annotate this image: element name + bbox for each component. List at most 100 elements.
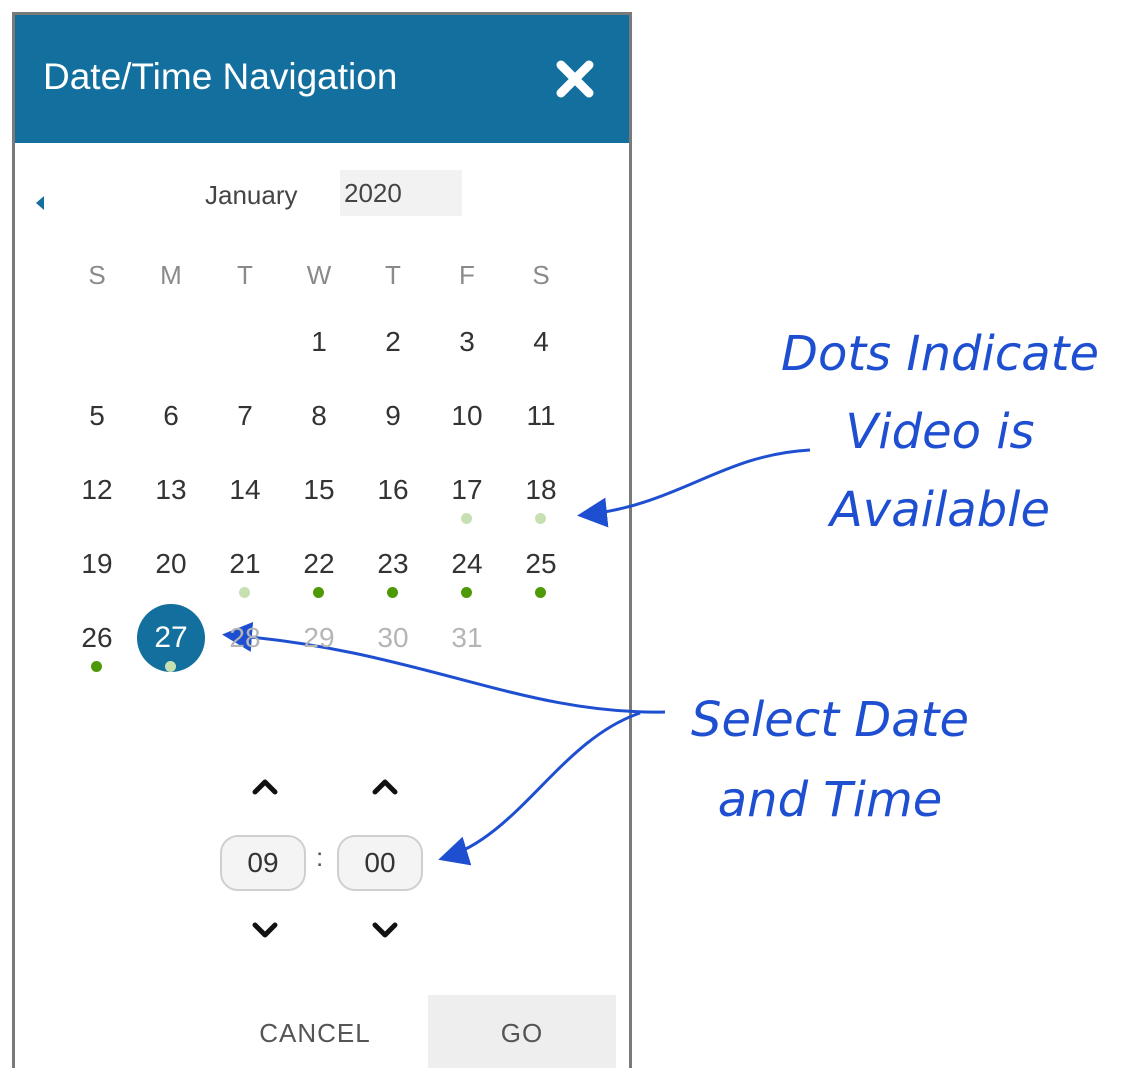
day-number: 11 [526,400,556,431]
day-number: 12 [81,474,113,505]
chevron-down-icon [372,922,398,938]
chevron-up-icon [372,779,398,795]
weekday-label: S [88,260,106,290]
minute-field[interactable]: 00 [337,835,423,891]
weekday-label: T [385,260,401,290]
video-available-dot [535,587,546,598]
calendar-day[interactable]: 22 [284,544,354,610]
select-annotation: Select Date and Time [660,680,1000,840]
hour-field[interactable]: 09 [220,835,306,891]
video-available-dot [535,513,546,524]
calendar-day[interactable]: 18 [506,470,576,536]
calendar-day[interactable]: 19 [62,544,132,610]
day-number: 18 [525,474,557,505]
day-number: 23 [377,548,409,579]
annotation-line: Video is [845,404,1035,460]
day-number: 13 [155,474,187,505]
cancel-button[interactable]: CANCEL [230,995,400,1068]
date-time-dialog: Date/Time Navigation January SMTWTFS 123… [12,12,632,1068]
annotation-line: Available [829,482,1051,538]
chevron-down-icon [252,922,278,938]
calendar-day[interactable]: 25 [506,544,576,610]
day-number: 17 [451,474,483,505]
annotation-line: and Time [717,772,943,828]
dialog-header: Date/Time Navigation [15,15,629,143]
hour-down-button[interactable] [250,920,280,942]
day-number: 8 [311,400,327,431]
calendar-day[interactable]: 14 [210,470,280,536]
calendar-day[interactable]: 24 [432,544,502,610]
close-button[interactable] [555,59,595,99]
day-number: 15 [303,474,335,505]
hour-up-button[interactable] [250,775,280,797]
calendar-day[interactable]: 17 [432,470,502,536]
day-number: 14 [229,474,261,505]
calendar-day[interactable]: 21 [210,544,280,610]
video-available-dot [239,587,250,598]
dialog-title: Date/Time Navigation [43,56,398,97]
day-number: 25 [525,548,557,579]
calendar-day[interactable]: 8 [284,396,354,462]
calendar-day[interactable]: 16 [358,470,428,536]
day-number: 4 [533,326,549,357]
day-number: 31 [451,622,483,653]
minute-up-button[interactable] [370,775,400,797]
annotation-line: Select Date [690,692,970,748]
calendar-day[interactable]: 26 [62,618,132,684]
day-number: 16 [377,474,409,505]
calendar-day[interactable]: 9 [358,396,428,462]
minute-down-button[interactable] [370,920,400,942]
calendar-day[interactable]: 23 [358,544,428,610]
day-number: 2 [385,326,401,357]
calendar-day[interactable]: 7 [210,396,280,462]
day-number: 21 [229,548,261,579]
calendar-day[interactable]: 10 [432,396,502,462]
calendar-day[interactable]: 15 [284,470,354,536]
video-available-dot [313,587,324,598]
weekday-label: S [532,260,550,290]
calendar-day[interactable]: 2 [358,322,428,388]
calendar-day: 31 [432,618,502,684]
day-number: 6 [163,400,179,431]
day-number: 24 [451,548,483,579]
calendar-day[interactable]: 3 [432,322,502,388]
day-number: 22 [303,548,335,579]
day-number: 1 [311,326,327,357]
weekday-label: W [306,260,332,290]
calendar-day[interactable]: 5 [62,396,132,462]
day-number: 30 [377,622,409,653]
video-available-dot [165,661,176,672]
calendar-day[interactable]: 20 [136,544,206,610]
video-available-dot [91,661,102,672]
calendar-day[interactable]: 4 [506,322,576,388]
day-number: 3 [459,326,475,357]
calendar-day[interactable]: 13 [136,470,206,536]
caret-left-icon [36,196,44,210]
day-number: 27 [154,621,188,654]
day-number: 19 [81,548,113,579]
month-label: January [205,180,298,210]
chevron-up-icon [252,779,278,795]
calendar-day[interactable]: 12 [62,470,132,536]
day-number: 28 [229,622,261,653]
time-separator: : [316,842,324,872]
day-number: 5 [89,400,105,431]
go-button[interactable]: GO [428,995,616,1068]
year-input[interactable] [340,170,462,216]
day-number: 9 [385,400,401,431]
dots-annotation: Dots Indicate Video is Available [760,315,1120,549]
day-number: 26 [81,622,113,653]
day-number: 7 [237,400,253,431]
prev-month-button[interactable] [32,193,48,213]
calendar-day-selected[interactable]: 27 [136,604,206,684]
calendar-day: 28 [210,618,280,684]
weekday-label: T [237,260,253,290]
calendar-day[interactable]: 1 [284,322,354,388]
weekday-label: M [160,260,182,290]
calendar-day[interactable]: 6 [136,396,206,462]
video-available-dot [461,587,472,598]
close-icon [556,60,594,98]
calendar-day[interactable]: 11 [506,396,576,462]
annotation-line: Dots Indicate [781,326,1099,382]
video-available-dot [461,513,472,524]
